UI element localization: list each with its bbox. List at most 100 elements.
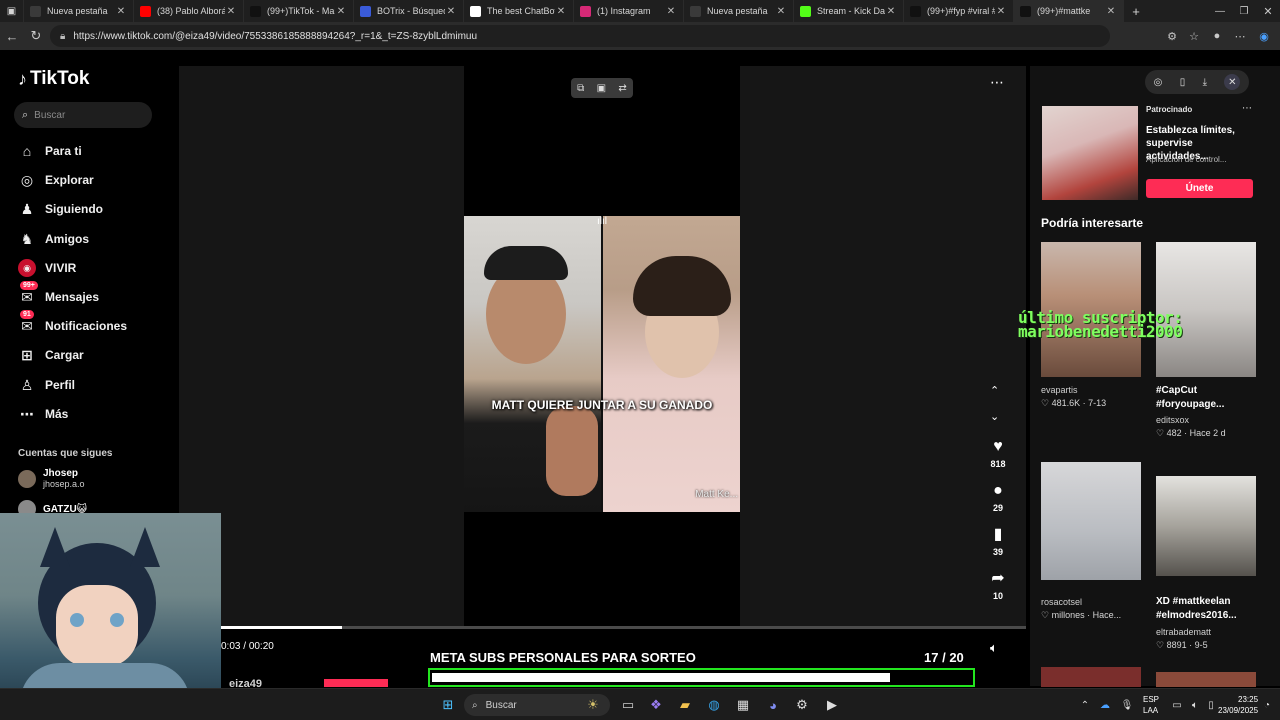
onedrive-icon[interactable]: ☁ xyxy=(1096,696,1114,714)
live-icon: ◉ xyxy=(18,259,36,277)
network-icon[interactable]: ▭ xyxy=(1168,696,1186,714)
microphone-icon[interactable]: 🎙︎ xyxy=(1118,696,1136,714)
sidebar-item-upload[interactable]: ⊞ Cargar xyxy=(18,344,84,366)
tiktok-logo[interactable]: ♪ TikTok xyxy=(18,68,89,90)
browser-tab[interactable]: (1) Instagram ✕ xyxy=(574,0,684,22)
recommendation-thumbnail[interactable] xyxy=(1156,672,1256,687)
search-input[interactable]: ⌕ Buscar xyxy=(14,102,152,128)
sidebar-item-following[interactable]: ♟ Siguiendo xyxy=(18,198,103,220)
task-view-icon[interactable]: ▭ xyxy=(619,696,637,714)
recommendation-user[interactable]: evapartis xyxy=(1041,385,1078,395)
tab-close-icon[interactable]: ✕ xyxy=(1105,6,1117,17)
tab-close-icon[interactable]: ✕ xyxy=(335,6,347,17)
copilot-tool-icon[interactable]: ◎ xyxy=(1154,77,1163,88)
translate-icon[interactable]: ⇄ xyxy=(618,83,626,94)
store-icon[interactable]: ▦ xyxy=(734,696,752,714)
system-clock[interactable]: 23:25 23/09/2025 xyxy=(1218,694,1258,716)
browser-menu-icon[interactable]: ▣ xyxy=(0,0,24,22)
recommendation-user[interactable]: eltrabadematt xyxy=(1156,627,1211,637)
sidebar-item-live[interactable]: ◉ VIVIR xyxy=(18,257,76,279)
sidebar-item-messages[interactable]: ✉ 99+ Mensajes xyxy=(18,281,99,308)
copilot-taskbar-icon[interactable]: ❖ xyxy=(647,696,665,714)
tray-chevron-icon[interactable]: ⌃ xyxy=(1076,696,1094,714)
pip-icon[interactable]: ⧉ xyxy=(577,83,584,94)
next-video-icon[interactable]: ⌄ xyxy=(990,410,999,423)
download-icon[interactable]: ⤓ xyxy=(1203,77,1207,88)
video-player[interactable]: ılıl MATT QUIERE JUNTAR A SU GANADO Matt… xyxy=(464,216,740,512)
widgets-icon[interactable]: ☀ xyxy=(584,696,602,714)
phone-icon[interactable]: ▯ xyxy=(1180,77,1186,88)
extensions-icon[interactable]: ⚙ xyxy=(1160,24,1184,48)
browser-tab[interactable]: The best ChatBot a✕ xyxy=(464,0,574,22)
share-button[interactable]: ➦ 10 xyxy=(984,570,1012,601)
tab-close-icon[interactable]: ✕ xyxy=(885,6,897,17)
profile-icon: ♙ xyxy=(20,376,34,393)
following-account[interactable]: Jhosep jhosep.a.o xyxy=(18,468,85,490)
windows-start-icon[interactable]: ⊞ xyxy=(439,696,457,714)
browser-tab[interactable]: (99+)#fyp #viral #t ✕ xyxy=(904,0,1014,22)
browser-tab[interactable]: Nueva pestaña ✕ xyxy=(24,0,134,22)
comment-button[interactable]: ● 29 xyxy=(984,482,1012,513)
close-window-icon[interactable]: ✕ xyxy=(1256,0,1280,23)
join-button[interactable]: Únete xyxy=(1146,179,1253,198)
minimize-icon[interactable]: — xyxy=(1208,0,1232,23)
volume-icon[interactable]: 🔈︎ xyxy=(990,640,998,656)
sidebar-item-home[interactable]: ⌂ Para ti xyxy=(18,140,82,162)
more-options-icon[interactable]: ⋯ xyxy=(990,74,1004,91)
browser-tab[interactable]: Nueva pestaña ✕ xyxy=(684,0,794,22)
sidebar-item-compass[interactable]: ◎ Explorar xyxy=(18,169,94,191)
browser-tab[interactable]: (99+)#mattke ✕ xyxy=(1014,0,1124,22)
follow-button[interactable] xyxy=(324,679,388,687)
tab-close-icon[interactable]: ✕ xyxy=(995,6,1007,17)
recommendation-title[interactable]: #CapCut #foryoupage... xyxy=(1156,384,1261,412)
like-button[interactable]: ♥ 818 xyxy=(984,438,1012,469)
sidebar-item-profile[interactable]: ♙ Perfil xyxy=(18,374,75,396)
save-button[interactable]: ▮ 39 xyxy=(984,526,1012,557)
favorites-icon[interactable]: ☆ xyxy=(1182,24,1206,48)
tab-title: (1) Instagram xyxy=(597,6,651,16)
sidebar-item-friends[interactable]: ♞ Amigos xyxy=(18,228,89,250)
recommendation-user[interactable]: rosacotsel xyxy=(1041,597,1082,607)
url-field[interactable]: 🔒︎ https://www.tiktok.com/@eiza49/video/… xyxy=(50,25,1110,47)
tab-close-icon[interactable]: ✕ xyxy=(665,6,677,17)
sponsored-label: Patrocinado xyxy=(1146,105,1193,114)
file-explorer-icon[interactable]: ▰ xyxy=(676,696,694,714)
sidebar-item-notifications[interactable]: ✉ 91 Notificaciones xyxy=(18,310,127,337)
copilot-icon[interactable]: ◉ xyxy=(1252,24,1276,48)
tab-close-icon[interactable]: ✕ xyxy=(775,6,787,17)
screen-icon[interactable]: ▣ xyxy=(597,83,606,94)
maximize-icon[interactable]: ❐ xyxy=(1232,0,1256,23)
app-icon[interactable]: ⚙ xyxy=(793,696,811,714)
recommendation-title[interactable]: XD #mattkeelan #elmodres2016... xyxy=(1156,595,1261,623)
recommendation-thumbnail[interactable] xyxy=(1041,462,1141,580)
tab-favicon-icon xyxy=(470,5,481,17)
tab-close-icon[interactable]: ✕ xyxy=(115,6,127,17)
compass-icon: ◎ xyxy=(20,171,34,188)
recommendation-user[interactable]: editsxox xyxy=(1156,415,1189,425)
notifications-tray-icon[interactable]: ◔ xyxy=(1258,696,1276,714)
recommendation-thumbnail[interactable] xyxy=(1156,476,1256,576)
edge-icon[interactable]: ◍ xyxy=(705,696,723,714)
previous-video-icon[interactable]: ⌃ xyxy=(990,384,999,397)
language-indicator[interactable]: ESP LAA xyxy=(1143,694,1159,716)
profile-avatar-icon[interactable]: ● xyxy=(1205,24,1229,48)
browser-tab[interactable]: BOTrix - Búsqueda✕ xyxy=(354,0,464,22)
back-icon[interactable]: ← xyxy=(0,24,24,48)
media-player-icon[interactable]: ▶ xyxy=(823,696,841,714)
new-tab-button[interactable]: + xyxy=(1124,0,1148,22)
close-icon[interactable]: ✕ xyxy=(1224,74,1241,90)
browser-tab[interactable]: Stream - Kick Dashb✕ xyxy=(794,0,904,22)
reload-icon[interactable]: ↻ xyxy=(24,24,48,48)
recommendation-thumbnail[interactable] xyxy=(1041,667,1141,687)
browser-tab[interactable]: (38) Pablo Alborán ✕ xyxy=(134,0,244,22)
sponsored-thumbnail[interactable] xyxy=(1042,106,1138,200)
tab-close-icon[interactable]: ✕ xyxy=(445,6,457,17)
tab-close-icon[interactable]: ✕ xyxy=(225,6,237,17)
browser-tab[interactable]: (99+)TikTok - Make✕ xyxy=(244,0,354,22)
sidebar-item-more[interactable]: ⋯ Más xyxy=(18,403,68,425)
browser-more-icon[interactable]: ⋯ xyxy=(1228,24,1252,48)
video-progress-bar[interactable] xyxy=(221,626,1026,629)
discord-icon[interactable]: ◕ xyxy=(764,696,782,714)
sponsored-more-icon[interactable]: ⋯ xyxy=(1242,103,1252,114)
tab-close-icon[interactable]: ✕ xyxy=(555,6,567,17)
